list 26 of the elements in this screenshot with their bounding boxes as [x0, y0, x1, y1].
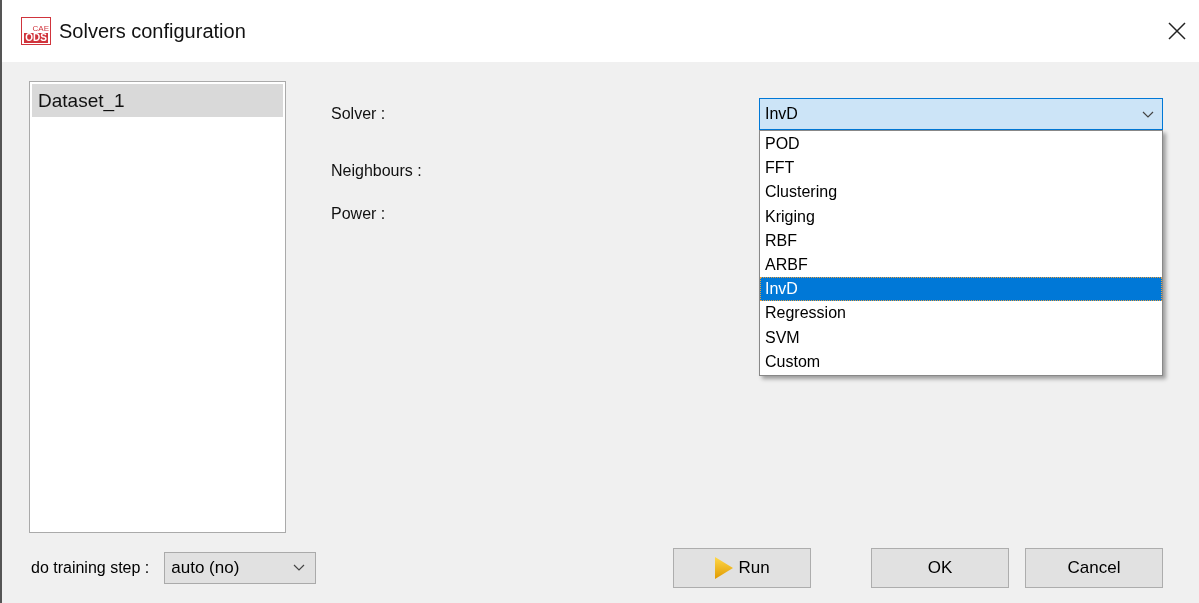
play-icon: [714, 555, 735, 580]
dropdown-option[interactable]: RBF: [760, 228, 1162, 253]
training-label: do training step :: [31, 558, 150, 577]
window-title: Solvers configuration: [59, 19, 246, 43]
run-button[interactable]: Run: [673, 547, 811, 588]
dropdown-option[interactable]: POD: [760, 132, 1162, 157]
dropdown-option[interactable]: SVM: [760, 325, 1162, 350]
chevron-down-icon: [293, 564, 306, 571]
dropdown-option[interactable]: Clustering: [760, 180, 1162, 205]
field-label: Solver :: [331, 105, 386, 123]
dropdown-option[interactable]: Kriging: [760, 204, 1162, 229]
solver-dropdown[interactable]: InvD: [759, 98, 1163, 130]
app-logo: CAE ODS: [21, 17, 51, 45]
training-dropdown[interactable]: auto (no): [164, 551, 317, 584]
dataset-item[interactable]: Dataset_1: [32, 84, 283, 117]
field-label: Power :: [331, 205, 386, 222]
dropdown-option[interactable]: FFT: [760, 156, 1162, 181]
dialog-button[interactable]: OK: [871, 547, 1009, 588]
chevron-down-icon: [1142, 110, 1154, 118]
dropdown-option[interactable]: Regression: [760, 301, 1162, 326]
dropdown-option[interactable]: InvD: [760, 277, 1162, 302]
field-label: Neighbours :: [331, 162, 422, 179]
dropdown-option[interactable]: ARBF: [760, 252, 1162, 278]
dialog-button[interactable]: Cancel: [1025, 547, 1163, 588]
close-icon[interactable]: [1167, 21, 1187, 41]
dropdown-option[interactable]: Custom: [760, 349, 1162, 374]
